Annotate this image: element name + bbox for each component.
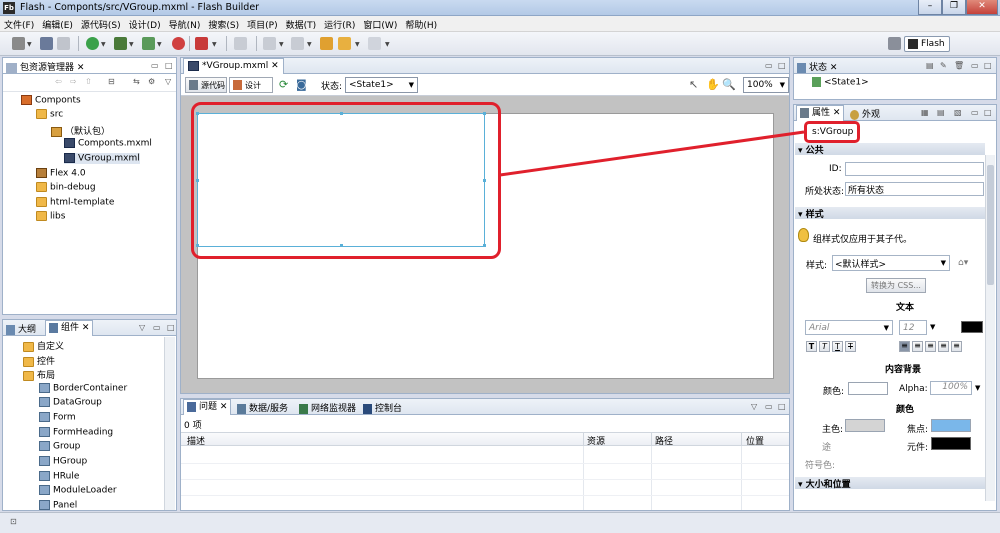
connector-line xyxy=(499,130,805,177)
highlight-connector xyxy=(499,130,805,177)
